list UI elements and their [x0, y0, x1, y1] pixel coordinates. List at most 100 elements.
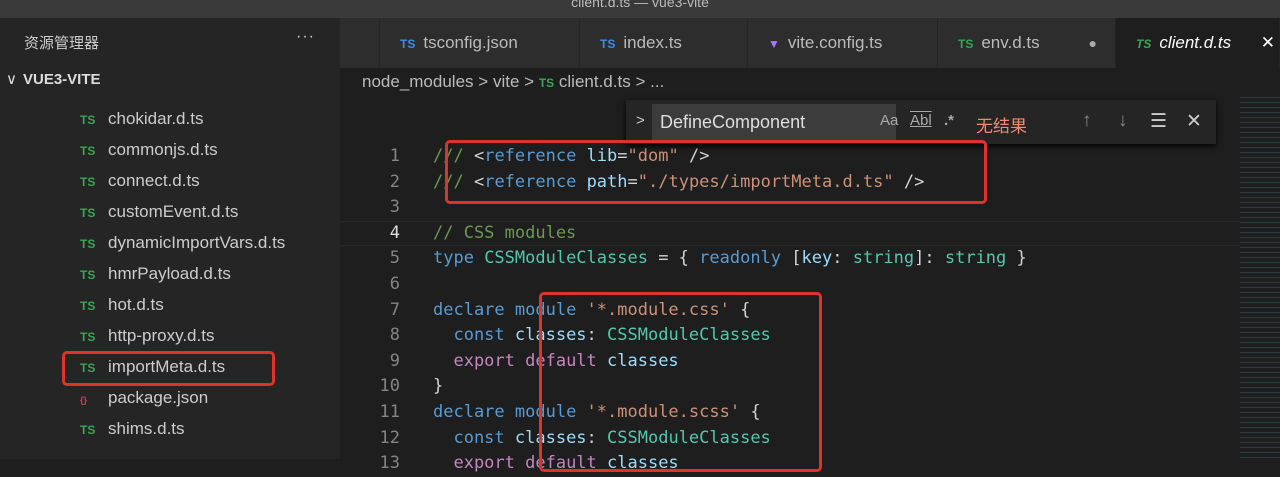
window-title: client.d.ts — vue3-vite	[0, 0, 1280, 18]
tab-label: env.d.ts	[981, 33, 1040, 52]
code-token: const	[433, 427, 515, 448]
separator: >	[635, 72, 646, 91]
typescript-file-icon: TS	[80, 113, 96, 127]
separator: >	[524, 72, 535, 91]
minimap[interactable]	[1240, 95, 1280, 459]
vite-logo-icon: ▼	[768, 37, 780, 51]
file-name: shims.d.ts	[108, 419, 185, 438]
typescript-file-icon: TS	[80, 268, 96, 282]
file-item[interactable]: TS commonjs.d.ts	[80, 136, 218, 164]
match-case-button[interactable]: Aa	[880, 112, 898, 129]
tab-label: client.d.ts	[1159, 33, 1232, 52]
code-token: CSSModuleClasses	[484, 248, 648, 269]
close-find-button[interactable]: ✕	[1186, 110, 1202, 133]
code-token: [	[791, 248, 802, 269]
breadcrumb: node_modules > vite > TS client.d.ts > .…	[362, 72, 664, 92]
code-token: export	[433, 453, 526, 474]
file-item[interactable]: TS hot.d.ts	[80, 291, 164, 319]
typescript-file-icon: TS	[600, 37, 616, 51]
tab-overflow[interactable]	[340, 18, 380, 68]
breadcrumb-node-modules[interactable]: node_modules	[362, 72, 474, 91]
file-name: commonjs.d.ts	[108, 140, 218, 159]
find-in-selection-button[interactable]: ☰	[1150, 110, 1167, 133]
annotation-box-importmeta	[62, 351, 275, 386]
explorer-sidebar: 资源管理器 ··· ∨ VUE3-VITE TS chokidar.d.ts TS co…	[0, 18, 340, 459]
file-item[interactable]: TS customEvent.d.ts	[80, 198, 238, 226]
file-name: hot.d.ts	[108, 295, 164, 314]
code-token: string	[944, 248, 1007, 269]
file-name: customEvent.d.ts	[108, 202, 239, 221]
typescript-file-icon: TS	[80, 175, 96, 189]
breadcrumb-vite[interactable]: vite	[493, 72, 519, 91]
code-line: }	[433, 374, 443, 400]
project-root-folder[interactable]: ∨ VUE3-VITE	[6, 70, 101, 88]
breadcrumb-symbols[interactable]: ...	[650, 72, 664, 91]
find-input[interactable]	[652, 104, 896, 140]
find-widget: > Aa Abl .* 无结果 ↑ ↓ ☰ ✕	[626, 100, 1216, 144]
code-token: type	[433, 248, 485, 269]
line-number: 7	[389, 299, 400, 320]
line-number: 10	[379, 376, 400, 397]
tab-env-d-ts[interactable]: TS env.d.ts ●	[938, 18, 1116, 68]
find-result-status: 无结果	[976, 117, 1027, 136]
line-number: 2	[389, 171, 400, 192]
line-number: 5	[389, 248, 400, 269]
line-number: 13	[379, 453, 400, 474]
typescript-file-icon: TS	[1136, 37, 1152, 51]
code-token: ]:	[914, 248, 945, 269]
code-token: readonly	[699, 248, 792, 269]
code-line: type CSSModuleClasses = { readonly [key:…	[433, 246, 1027, 272]
file-item[interactable]: {} package.json	[80, 384, 208, 412]
previous-match-button[interactable]: ↑	[1082, 110, 1092, 132]
file-item[interactable]: TS hmrPayload.d.ts	[80, 260, 231, 288]
regex-button[interactable]: .*	[944, 112, 954, 129]
match-whole-word-button[interactable]: Abl	[910, 112, 932, 129]
code-token: const	[433, 325, 515, 346]
file-name: http-proxy.d.ts	[108, 326, 215, 345]
typescript-file-icon: TS	[958, 37, 974, 51]
code-token: // CSS modules	[433, 222, 577, 243]
line-number: 9	[389, 350, 400, 371]
toggle-replace-button[interactable]: >	[636, 112, 645, 129]
file-item[interactable]: TS http-proxy.d.ts	[80, 322, 214, 350]
json-file-icon: {}	[80, 395, 88, 405]
code-token: declare	[433, 299, 515, 320]
file-name: package.json	[108, 388, 209, 407]
typescript-file-icon: TS	[80, 423, 96, 437]
close-tab-icon[interactable]: ✕	[1261, 18, 1275, 68]
code-token: }	[1006, 248, 1027, 269]
code-token: :	[832, 248, 853, 269]
line-number: 6	[389, 274, 400, 294]
separator: >	[478, 72, 489, 91]
more-actions-button[interactable]: ···	[296, 28, 315, 46]
annotation-box-module	[539, 292, 822, 472]
file-item[interactable]: TS shims.d.ts	[80, 415, 185, 443]
code-token: export	[433, 350, 526, 371]
next-match-button[interactable]: ↓	[1118, 110, 1128, 132]
file-item[interactable]: TS chokidar.d.ts	[80, 105, 203, 133]
file-name: hmrPayload.d.ts	[108, 264, 231, 283]
typescript-file-icon: TS	[80, 206, 96, 220]
breadcrumb-file[interactable]: client.d.ts	[559, 72, 631, 91]
tab-tsconfig-json[interactable]: TS tsconfig.json	[380, 18, 580, 68]
tab-label: vite.config.ts	[787, 33, 883, 52]
code-token: string	[852, 248, 915, 269]
annotation-box-references	[445, 140, 987, 204]
explorer-title: 资源管理器	[24, 35, 100, 52]
line-number: 8	[389, 325, 400, 346]
unsaved-dot-icon[interactable]: ●	[1089, 18, 1097, 68]
tab-vite-config-ts[interactable]: ▼ vite.config.ts	[748, 18, 938, 68]
line-number: 4	[389, 222, 400, 243]
file-item[interactable]: TS connect.d.ts	[80, 167, 200, 195]
code-token: declare	[433, 402, 515, 422]
code-line: // CSS modules	[433, 221, 576, 247]
typescript-file-icon: TS	[80, 237, 96, 251]
tab-index-ts[interactable]: TS index.ts	[580, 18, 748, 68]
tab-client-d-ts[interactable]: TS client.d.ts ✕	[1116, 18, 1280, 68]
root-label: VUE3-VITE	[22, 71, 101, 88]
editor-tabs: TS tsconfig.json TS index.ts ▼ vite.config.ts…	[340, 18, 1280, 68]
tab-label: tsconfig.json	[423, 33, 518, 52]
typescript-file-icon: TS	[538, 76, 555, 90]
file-name: dynamicImportVars.d.ts	[108, 233, 286, 252]
file-item[interactable]: TS dynamicImportVars.d.ts	[80, 229, 285, 257]
